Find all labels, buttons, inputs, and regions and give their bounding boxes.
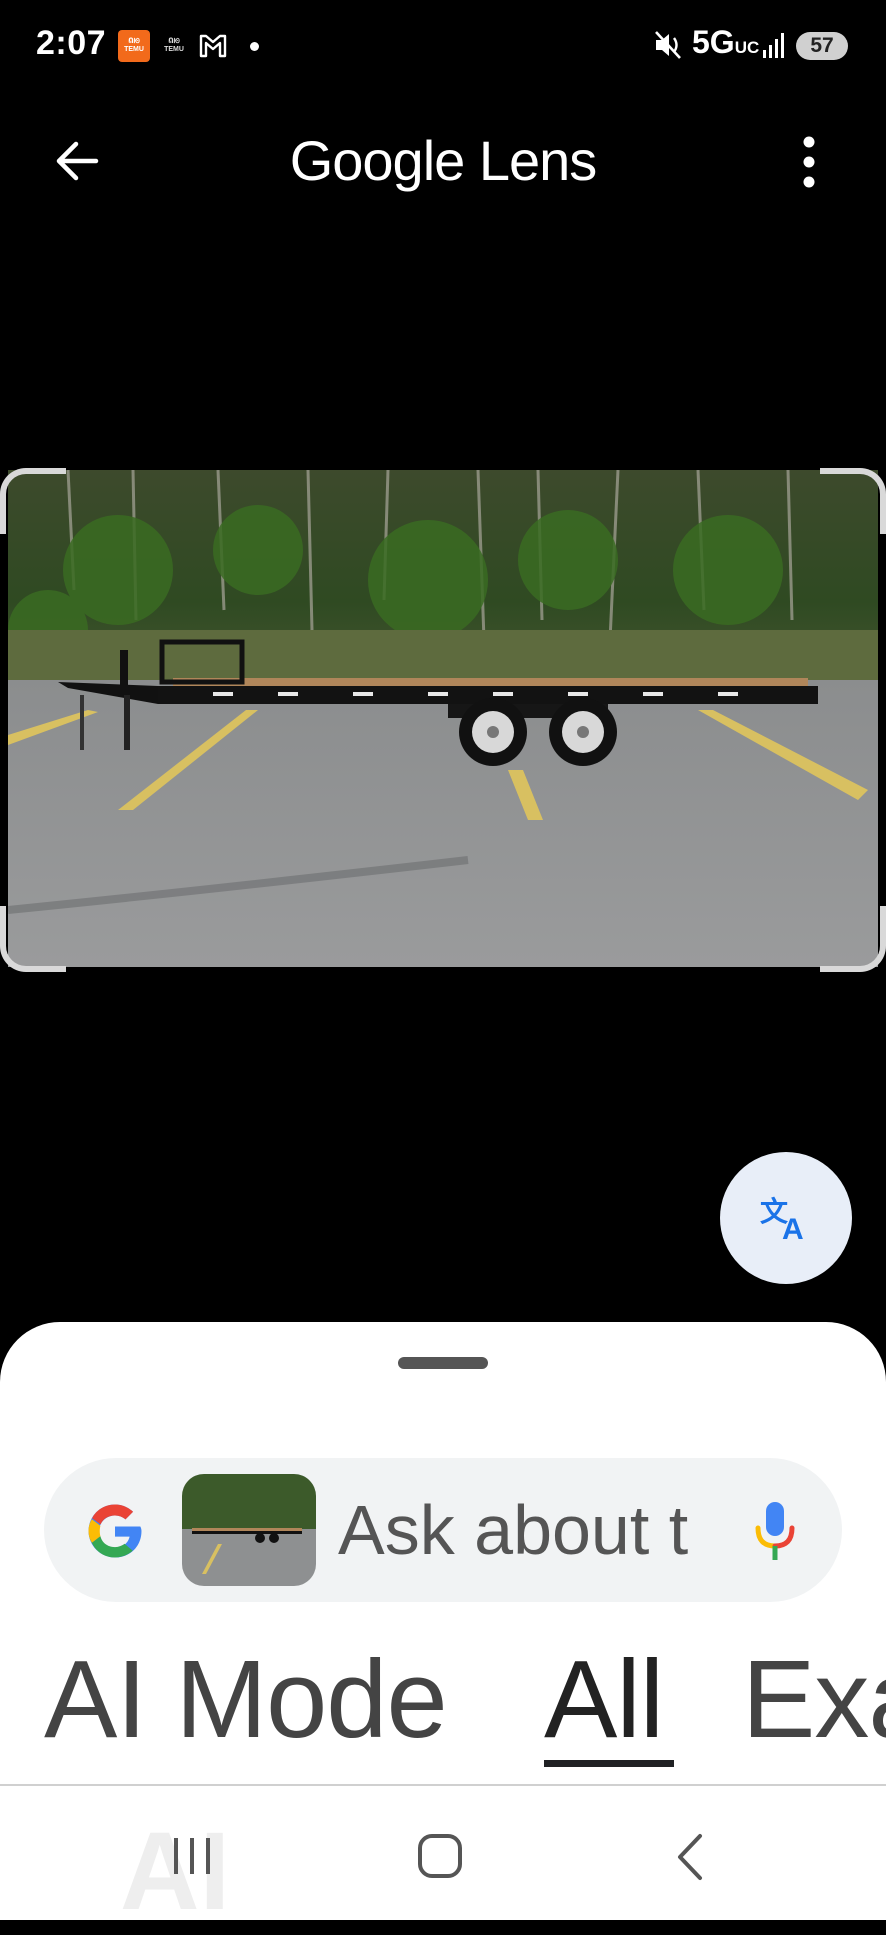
- notification-dot: [250, 42, 259, 51]
- crop-corner-top-right[interactable]: [820, 468, 886, 534]
- translate-icon: 文 A: [760, 1195, 804, 1243]
- search-input[interactable]: Ask about t: [338, 1490, 692, 1570]
- mute-icon: [655, 31, 681, 59]
- gmail-icon: [199, 34, 227, 58]
- google-g-icon: [88, 1504, 142, 1558]
- network-indicator: 5GUC: [692, 24, 759, 61]
- page-title: Google Lens: [289, 129, 598, 192]
- more-options-icon[interactable]: [794, 134, 824, 190]
- tab-exact-matches[interactable]: Exa: [742, 1640, 886, 1760]
- network-suffix: UC: [734, 38, 760, 57]
- crop-corner-bottom-left[interactable]: [0, 906, 66, 972]
- recent-apps-icon[interactable]: [170, 1832, 214, 1880]
- translate-button[interactable]: 文 A: [720, 1152, 852, 1284]
- status-time: 2:07: [36, 24, 107, 62]
- image-thumbnail[interactable]: [182, 1474, 316, 1586]
- temu-app-icon: ᕠᘚ TEMU: [118, 30, 150, 62]
- crop-corner-top-left[interactable]: [0, 468, 66, 534]
- battery-indicator: 57: [796, 32, 848, 60]
- temu-notification-icon: ᕠᘚ TEMU: [164, 38, 184, 53]
- tab-ai-mode[interactable]: AI Mode: [44, 1640, 448, 1760]
- active-tab-indicator: [544, 1760, 674, 1767]
- home-icon[interactable]: [416, 1830, 464, 1882]
- network-type: 5G: [692, 24, 735, 60]
- signal-icon: [763, 33, 784, 58]
- crop-corner-bottom-right[interactable]: [820, 906, 886, 972]
- search-image[interactable]: [8, 470, 878, 967]
- nav-back-icon[interactable]: [672, 1832, 706, 1882]
- sheet-drag-handle[interactable]: [398, 1357, 488, 1369]
- temu-label: TEMU: [124, 46, 144, 53]
- microphone-icon[interactable]: [752, 1500, 798, 1562]
- svg-text:A: A: [782, 1213, 804, 1243]
- tab-all[interactable]: All: [544, 1640, 664, 1760]
